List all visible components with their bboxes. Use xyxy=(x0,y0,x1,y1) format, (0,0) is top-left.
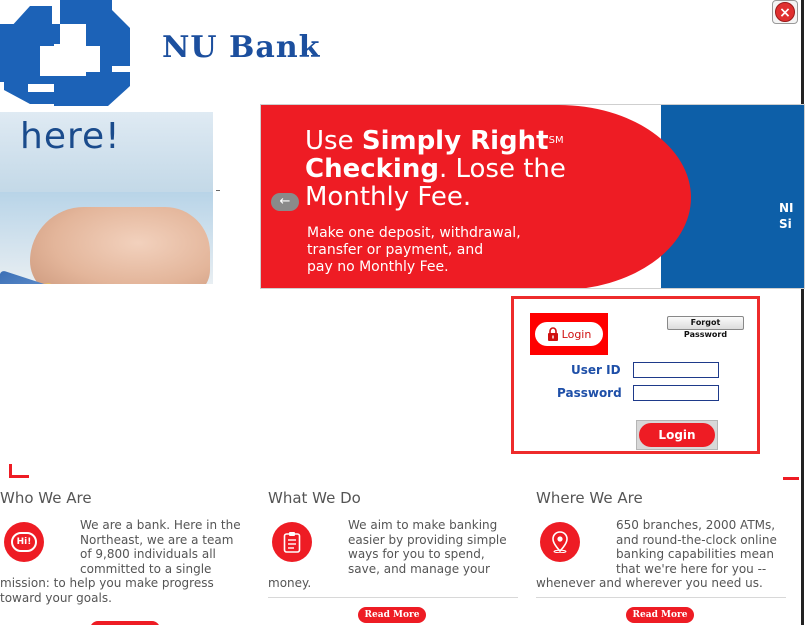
lock-icon xyxy=(547,327,558,341)
banner-here-text: here! xyxy=(20,116,121,157)
section-text-what: We aim to make banking easier by providi… xyxy=(268,518,507,590)
promo-headline: Use Simply RightSM Checking. Lose the Mo… xyxy=(305,126,566,212)
forgot-password-button[interactable]: Forgot Password xyxy=(667,316,744,339)
read-more-button-what[interactable]: Read More xyxy=(358,607,426,623)
section-text-who: We are a bank. Here in the Northeast, we… xyxy=(0,518,241,605)
section-title-where: Where We Are xyxy=(536,489,643,507)
login-button-label: Login xyxy=(639,423,715,447)
promo-subtext: Make one deposit, withdrawal, transfer o… xyxy=(307,225,521,275)
section-divider xyxy=(268,597,518,598)
section-text-where: 650 branches, 2000 ATMs, and round-the-c… xyxy=(536,518,777,590)
next-slide-peek: NI Si xyxy=(779,201,794,231)
login-header-pill: Login xyxy=(535,322,603,346)
close-icon: × xyxy=(775,2,795,22)
close-button[interactable]: × xyxy=(772,0,798,24)
read-more-button-where[interactable]: Read More xyxy=(626,607,694,623)
section-divider xyxy=(536,597,786,598)
password-input[interactable] xyxy=(633,385,719,401)
divider xyxy=(216,190,220,191)
section-title-who: Who We Are xyxy=(0,489,92,507)
password-label: Password xyxy=(557,386,622,400)
promo-banner[interactable]: Use Simply RightSM Checking. Lose the Mo… xyxy=(260,104,805,289)
login-header-label: Login xyxy=(561,327,592,341)
user-id-input[interactable] xyxy=(633,362,719,378)
login-button[interactable]: Login xyxy=(636,420,718,450)
login-panel: Login Forgot Password User ID Password L… xyxy=(511,296,760,454)
login-header: Login xyxy=(530,313,608,355)
left-banner-image: here! xyxy=(0,112,213,284)
brand-name: NU Bank xyxy=(162,30,321,65)
carousel-prev-arrow-icon[interactable]: ← xyxy=(271,193,299,211)
bank-logo xyxy=(0,0,132,106)
read-more-button-who[interactable] xyxy=(90,621,160,625)
corner-marker-left xyxy=(9,464,29,478)
user-id-label: User ID xyxy=(571,363,621,377)
window-edge xyxy=(801,0,804,625)
corner-marker-right xyxy=(783,477,799,480)
section-title-what: What We Do xyxy=(268,489,361,507)
hand-image xyxy=(30,207,210,284)
